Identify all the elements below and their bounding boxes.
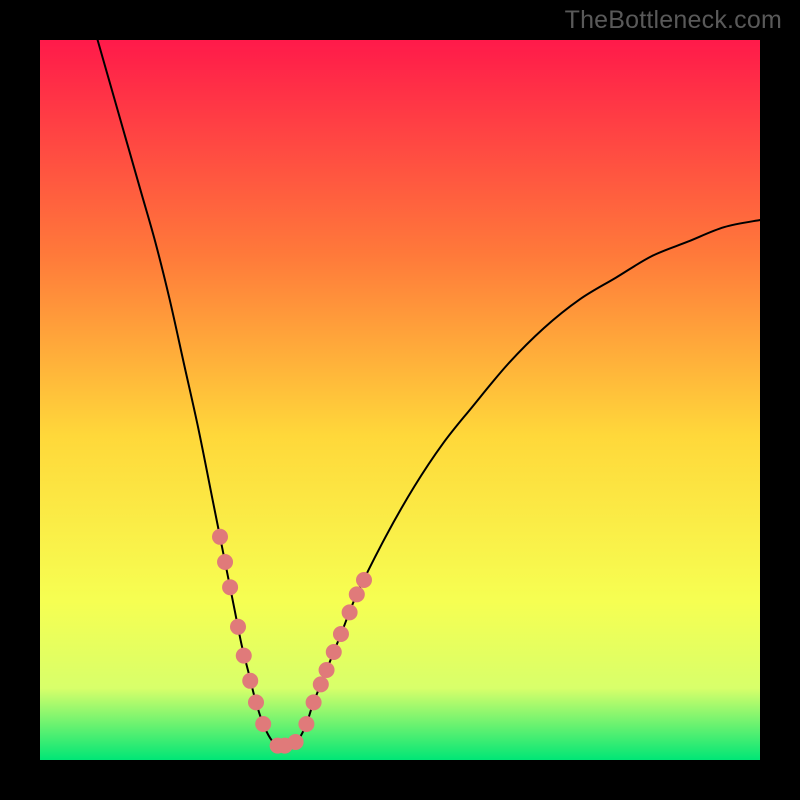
watermark-text: TheBottleneck.com bbox=[565, 6, 782, 35]
curve-layer bbox=[40, 40, 760, 760]
marker-group bbox=[212, 529, 372, 754]
bottleneck-curve bbox=[98, 40, 760, 746]
marker-dot bbox=[326, 644, 342, 660]
marker-dot bbox=[333, 626, 349, 642]
marker-dot bbox=[230, 619, 246, 635]
marker-dot bbox=[349, 586, 365, 602]
marker-dot bbox=[212, 529, 228, 545]
plot-area bbox=[40, 40, 760, 760]
marker-dot bbox=[342, 604, 358, 620]
marker-dot bbox=[222, 579, 238, 595]
marker-dot bbox=[236, 648, 252, 664]
marker-dot bbox=[288, 734, 304, 750]
chart-frame: TheBottleneck.com bbox=[0, 0, 800, 800]
marker-dot bbox=[217, 554, 233, 570]
marker-dot bbox=[255, 716, 271, 732]
marker-dot bbox=[242, 673, 258, 689]
marker-dot bbox=[248, 694, 264, 710]
marker-dot bbox=[298, 716, 314, 732]
marker-dot bbox=[306, 694, 322, 710]
marker-dot bbox=[356, 572, 372, 588]
marker-dot bbox=[319, 662, 335, 678]
marker-dot bbox=[313, 676, 329, 692]
